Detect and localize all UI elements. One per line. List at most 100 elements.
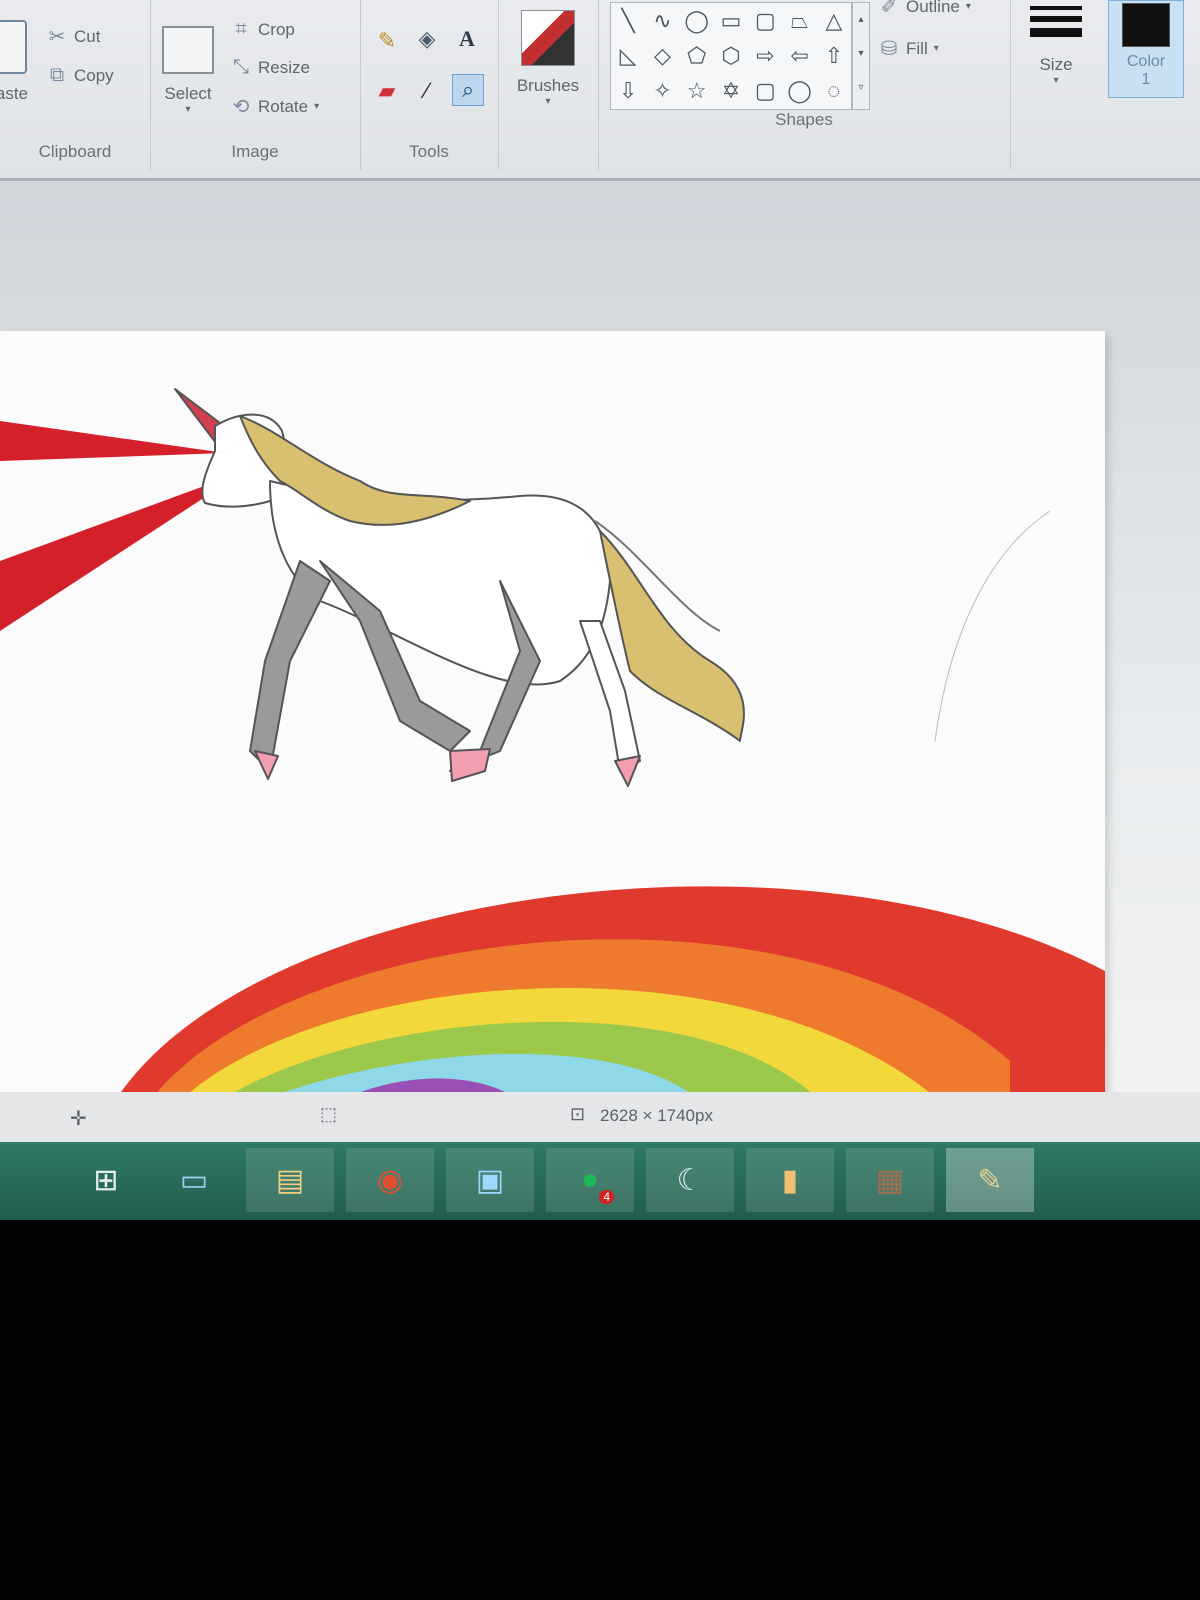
copy-label: Copy — [74, 65, 114, 85]
text-icon[interactable]: A — [452, 24, 482, 54]
brushes-button[interactable]: Brushes ▾ — [506, 10, 590, 107]
fill-label: Fill — [906, 38, 928, 58]
color-1-number: 1 — [1141, 71, 1151, 88]
monitor-bezel — [0, 1220, 1200, 1600]
five-point-star-shape-icon[interactable]: ☆ — [680, 74, 714, 109]
spotify-icon[interactable]: ● 4 — [546, 1148, 634, 1212]
paint-icon[interactable]: ✎ — [946, 1148, 1034, 1212]
cut-label: Cut — [74, 26, 101, 46]
hexagon-shape-icon[interactable]: ⬡ — [714, 38, 748, 73]
size-group: Size ▾ — [1010, 0, 1102, 170]
eraser-icon[interactable]: ▰ — [372, 76, 402, 106]
magnifier-icon[interactable]: ⌕ — [452, 74, 484, 106]
four-point-star-shape-icon[interactable]: ✧ — [645, 74, 679, 109]
fill-button[interactable]: ⛁ Fill ▾ — [878, 36, 939, 61]
pencil-icon[interactable]: ✎ — [372, 26, 402, 56]
line-shape-icon[interactable]: ╲ — [611, 3, 645, 38]
paste-label: aste — [0, 84, 29, 103]
six-point-star-shape-icon[interactable]: ✡ — [714, 74, 748, 109]
polygon-shape-icon[interactable]: ⏢ — [782, 3, 816, 38]
select-label: Select — [164, 84, 212, 103]
folder-icon[interactable]: ▮ — [746, 1148, 834, 1212]
crop-icon: ⌗ — [235, 18, 247, 40]
resize-button[interactable]: ⤡ Resize — [230, 56, 310, 79]
fill-dropdown-icon: ▾ — [933, 43, 939, 54]
drawing-canvas[interactable] — [0, 331, 1105, 1101]
size-label: Size — [1039, 55, 1073, 74]
move-icon: ✛ — [70, 1108, 87, 1130]
pentagon-shape-icon[interactable]: ⬠ — [680, 38, 714, 73]
rotate-icon: ⟲ — [232, 96, 250, 118]
color-picker-icon[interactable]: ⁄ — [412, 76, 442, 106]
sketch-line — [934, 510, 1051, 742]
color-1-label: Color — [1126, 53, 1166, 70]
minecraft-icon[interactable]: ▦ — [846, 1148, 934, 1212]
outline-icon: ✐ — [880, 0, 898, 18]
rectangle-shape-icon[interactable]: ▭ — [714, 3, 748, 38]
brushes-group: Brushes ▾ — [498, 0, 599, 170]
start-icon[interactable]: ⊞ — [62, 1148, 150, 1212]
selection-size-icon: ⬚ — [320, 1104, 338, 1124]
color-1-button[interactable]: Color 1 — [1108, 0, 1184, 98]
cloud-callout-shape-icon[interactable]: ◌ — [817, 74, 851, 109]
tools-group-label: Tools — [409, 142, 449, 161]
taskbar: ⊞ ▭ ▤ ◉ ▣ ● 4 ☾ ▮ ▦ ✎ — [0, 1142, 1200, 1220]
select-dropdown-icon: ▾ — [185, 104, 191, 115]
diamond-shape-icon[interactable]: ◇ — [645, 38, 679, 73]
up-arrow-shape-icon[interactable]: ⇧ — [817, 38, 851, 73]
shapes-gallery-scroll[interactable]: ▴ ▾ ▿ — [852, 2, 870, 110]
remote-desktop-icon[interactable]: ▣ — [446, 1148, 534, 1212]
canvas-dimensions: 2628 × 1740px — [600, 1106, 713, 1125]
right-arrow-shape-icon[interactable]: ⇨ — [748, 38, 782, 73]
spotify-notification-badge: 4 — [599, 1190, 614, 1204]
rounded-callout-shape-icon[interactable]: ▢ — [748, 74, 782, 109]
clipboard-group: aste ✂ Cut ⧉ Copy Clipboard — [0, 0, 151, 170]
fill-icon: ⛁ — [880, 38, 898, 60]
oval-callout-shape-icon[interactable]: ◯ — [782, 74, 816, 109]
select-icon — [162, 26, 214, 74]
shapes-gallery[interactable]: ╲ ∿ ◯ ▭ ▢ ⏢ △ ◺ ◇ ⬠ ⬡ ⇨ ⇦ ⇧ ⇩ ✧ ☆ ✡ ▢ ◯ — [610, 2, 852, 110]
cut-button[interactable]: ✂ Cut — [46, 24, 101, 49]
crop-button[interactable]: ⌗ Crop — [230, 18, 295, 41]
oval-shape-icon[interactable]: ◯ — [680, 3, 714, 38]
canvas-workspace — [0, 181, 1200, 1131]
outline-label: Outline — [906, 0, 960, 16]
chrome-icon[interactable]: ◉ — [346, 1148, 434, 1212]
rainbow — [115, 886, 1105, 1101]
resize-icon: ⤡ — [233, 56, 249, 78]
shapes-group-label: Shapes — [775, 110, 833, 129]
brush-icon — [521, 10, 575, 66]
image-group: Select ▾ ⌗ Crop ⤡ Resize ⟲ Rotate ▾ Imag… — [150, 0, 361, 170]
brushes-dropdown-icon: ▾ — [545, 96, 551, 107]
canvas-size-icon: ⊡ — [570, 1104, 586, 1124]
copy-button[interactable]: ⧉ Copy — [46, 64, 114, 87]
copy-icon: ⧉ — [49, 64, 65, 86]
rounded-rectangle-shape-icon[interactable]: ▢ — [748, 3, 782, 38]
paste-button[interactable]: aste — [0, 20, 42, 104]
curve-shape-icon[interactable]: ∿ — [645, 3, 679, 38]
scissors-icon: ✂ — [48, 26, 66, 48]
line-width-icon — [1030, 6, 1082, 37]
down-arrow-shape-icon[interactable]: ⇩ — [611, 74, 645, 109]
rotate-label: Rotate — [258, 96, 309, 116]
size-button[interactable]: Size ▾ — [1022, 6, 1090, 86]
file-explorer-icon[interactable]: ▤ — [246, 1148, 334, 1212]
monitor-screen: aste ✂ Cut ⧉ Copy Clipboard Select ▾ ⌗ C… — [0, 0, 1200, 1220]
desktop-icon[interactable]: ▭ — [150, 1148, 238, 1212]
moon-app-icon[interactable]: ☾ — [646, 1148, 734, 1212]
laser-beam-upper — [0, 421, 225, 461]
status-bar: ✛ ⬚ ⊡ 2628 × 1740px — [0, 1092, 1200, 1142]
rotate-button[interactable]: ⟲ Rotate ▾ — [230, 94, 320, 119]
right-triangle-shape-icon[interactable]: ◺ — [611, 38, 645, 73]
shapes-group: ╲ ∿ ◯ ▭ ▢ ⏢ △ ◺ ◇ ⬠ ⬡ ⇨ ⇦ ⇧ ⇩ ✧ ☆ ✡ ▢ ◯ — [598, 0, 1011, 170]
size-dropdown-icon: ▾ — [1053, 75, 1059, 86]
select-button[interactable]: Select ▾ — [158, 26, 218, 115]
brushes-label: Brushes — [516, 76, 580, 95]
left-arrow-shape-icon[interactable]: ⇦ — [782, 38, 816, 73]
rotate-dropdown-icon: ▾ — [314, 101, 320, 112]
triangle-shape-icon[interactable]: △ — [817, 3, 851, 38]
outline-button[interactable]: ✐ Outline ▾ — [878, 0, 971, 19]
clipboard-icon — [0, 20, 27, 74]
color-1-swatch — [1122, 3, 1170, 47]
fill-bucket-icon[interactable]: ◈ — [412, 24, 442, 54]
